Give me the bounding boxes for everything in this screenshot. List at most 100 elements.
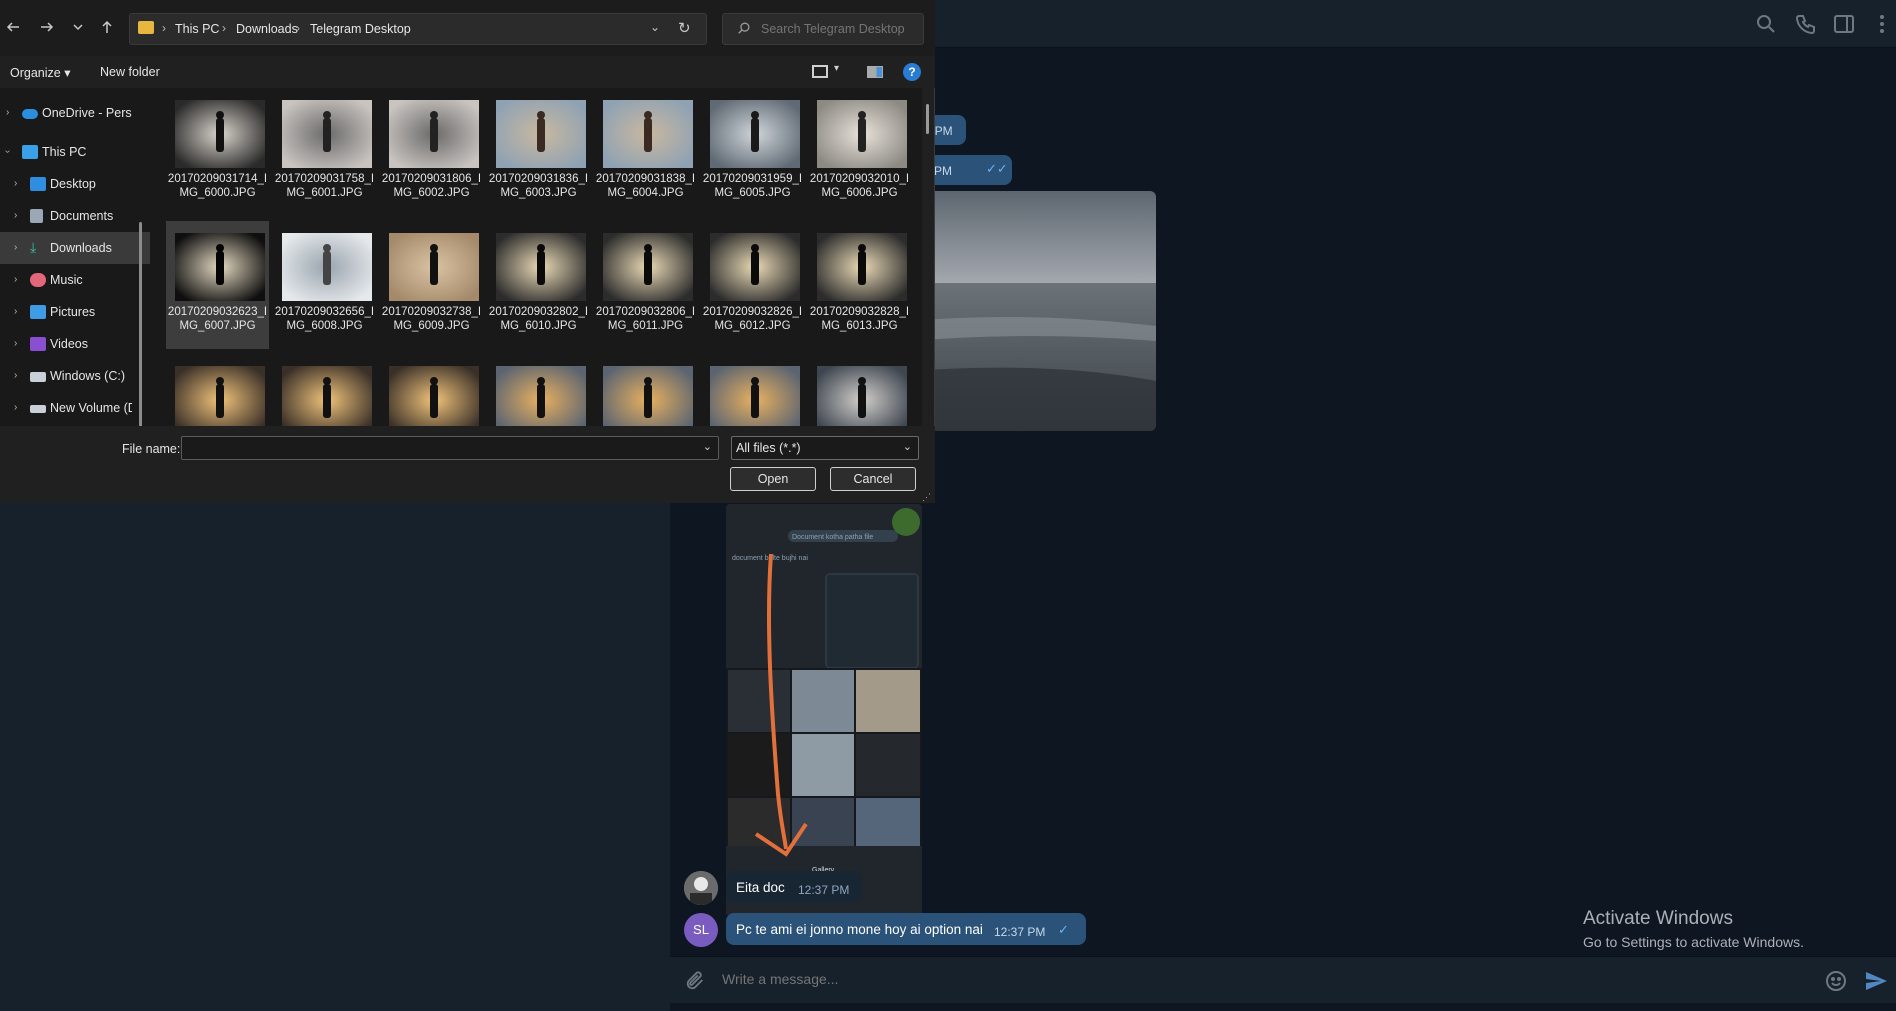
file-tile[interactable] xyxy=(166,354,269,426)
open-button[interactable]: Open xyxy=(730,467,816,491)
file-tile[interactable]: 20170209032738_IMG_6009.JPG xyxy=(380,221,483,349)
nav-item-videos[interactable]: › Videos xyxy=(0,328,150,360)
activate-windows-watermark: Activate Windows Go to Settings to activ… xyxy=(1583,908,1804,950)
avatar[interactable]: SL xyxy=(684,913,718,947)
organize-label: Organize xyxy=(10,66,61,80)
nav-item-music[interactable]: › Music xyxy=(0,264,150,296)
expand-chevron-icon[interactable]: › xyxy=(6,107,9,118)
file-tile[interactable]: 20170209032802_IMG_6010.JPG xyxy=(487,221,590,349)
file-tile[interactable]: 20170209031836_IMG_6003.JPG xyxy=(487,88,590,216)
search-field[interactable] xyxy=(722,13,924,45)
image-thumbnail xyxy=(282,233,372,301)
message-input[interactable] xyxy=(722,971,1522,987)
file-tile[interactable] xyxy=(487,354,590,426)
chat-list-panel xyxy=(0,503,670,1011)
phone-icon[interactable] xyxy=(1794,12,1818,36)
file-tile[interactable]: 20170209032656_IMG_6008.JPG xyxy=(273,221,376,349)
more-icon[interactable] xyxy=(1870,12,1894,36)
file-open-dialog: › This PC › Downloads › Telegram Desktop… xyxy=(0,0,935,503)
file-tile[interactable]: 20170209031838_IMG_6004.JPG xyxy=(594,88,697,216)
cancel-button[interactable]: Cancel xyxy=(830,467,916,491)
file-tile[interactable] xyxy=(808,354,911,426)
file-tile[interactable]: 20170209031806_IMG_6002.JPG xyxy=(380,88,483,216)
drive-icon xyxy=(30,405,46,413)
drive-icon xyxy=(30,372,46,382)
address-bar[interactable]: › This PC › Downloads › Telegram Desktop… xyxy=(129,13,707,45)
nav-item-pictures[interactable]: › Pictures xyxy=(0,296,150,328)
file-tile[interactable] xyxy=(273,354,376,426)
new-folder-button[interactable]: New folder xyxy=(100,65,160,79)
breadcrumb-this-pc[interactable]: This PC xyxy=(175,22,219,36)
file-name-label: File name: xyxy=(122,442,181,456)
expand-chevron-icon[interactable]: › xyxy=(14,338,17,349)
file-tile[interactable] xyxy=(594,354,697,426)
nav-label: Music xyxy=(50,273,83,287)
file-tile[interactable] xyxy=(380,354,483,426)
forward-arrow-icon[interactable] xyxy=(36,16,58,38)
screen: 35 PM :36 PM ✓✓ xyxy=(0,0,1896,1011)
screenshot-photo[interactable]: Document kotha patha file document bolte… xyxy=(726,504,922,916)
file-name-dropdown-icon[interactable]: ⌄ xyxy=(703,440,712,453)
desktop-icon xyxy=(30,177,46,191)
folder-icon xyxy=(138,21,154,34)
file-name: 20170209032802_IMG_6010.JPG xyxy=(488,306,589,332)
send-icon[interactable] xyxy=(1864,969,1888,993)
organize-button[interactable]: Organize ▾ xyxy=(10,65,70,80)
emoji-icon[interactable] xyxy=(1824,969,1848,993)
view-dropdown-icon[interactable]: ▾ xyxy=(834,63,839,74)
search-input[interactable] xyxy=(761,22,921,36)
file-tile[interactable]: 20170209032806_IMG_6011.JPG xyxy=(594,221,697,349)
image-thumbnail xyxy=(817,100,907,168)
nav-item-new-volume[interactable]: › New Volume (D xyxy=(0,392,150,424)
message-time: 12:37 PM xyxy=(994,925,1046,939)
address-dropdown-icon[interactable]: ⌄ xyxy=(650,20,660,34)
avatar[interactable] xyxy=(684,871,718,905)
message-text: Pc te ami ei jonno mone hoy ai option na… xyxy=(736,922,983,937)
file-tile[interactable]: 20170209032826_IMG_6012.JPG xyxy=(701,221,804,349)
expand-chevron-icon[interactable]: › xyxy=(14,178,17,189)
preview-pane-icon[interactable] xyxy=(867,66,883,78)
file-tile[interactable]: 20170209031714_IMG_6000.JPG xyxy=(166,88,269,216)
svg-text:Document kotha patha file: Document kotha patha file xyxy=(792,534,873,541)
file-tile[interactable] xyxy=(701,354,804,426)
expand-chevron-icon[interactable]: › xyxy=(14,274,17,285)
file-tile[interactable]: 20170209031758_IMG_6001.JPG xyxy=(273,88,376,216)
file-name-input[interactable]: ⌄ xyxy=(181,436,719,460)
file-type-select[interactable]: All files (*.*) ⌄ xyxy=(731,436,919,460)
nav-item-this-pc[interactable]: › This PC xyxy=(0,136,150,168)
resize-grip-icon[interactable]: ⋰ xyxy=(922,492,931,503)
nav-item-documents[interactable]: › Documents xyxy=(0,200,150,232)
expand-chevron-icon[interactable]: › xyxy=(14,242,17,253)
content-scrollbar[interactable] xyxy=(926,104,929,134)
breadcrumb-downloads[interactable]: Downloads xyxy=(236,22,298,36)
file-tile[interactable]: 20170209032010_IMG_6006.JPG xyxy=(808,88,911,216)
sidebar-toggle-icon[interactable] xyxy=(1832,12,1856,36)
back-arrow-icon[interactable] xyxy=(2,16,24,38)
expand-chevron-icon[interactable]: › xyxy=(14,210,17,221)
expand-chevron-icon[interactable]: › xyxy=(14,370,17,381)
file-tile[interactable]: 20170209031959_IMG_6005.JPG xyxy=(701,88,804,216)
nav-item-downloads[interactable]: › ⤓ Downloads xyxy=(0,232,150,264)
paperclip-icon[interactable] xyxy=(684,969,706,991)
breadcrumb-separator: › xyxy=(222,21,226,35)
help-icon[interactable]: ? xyxy=(903,63,921,81)
expand-chevron-icon[interactable]: › xyxy=(14,402,17,413)
file-tile[interactable]: 20170209032623_IMG_6007.JPG xyxy=(166,221,269,349)
expand-chevron-icon[interactable]: › xyxy=(14,306,17,317)
view-options-icon[interactable] xyxy=(812,65,828,78)
breadcrumb-telegram-desktop[interactable]: Telegram Desktop xyxy=(310,22,411,36)
recent-locations-chevron-icon[interactable] xyxy=(67,16,89,38)
file-type-dropdown-icon[interactable]: ⌄ xyxy=(903,440,912,453)
nav-item-windows-c[interactable]: › Windows (C:) xyxy=(0,360,150,392)
message-text: Eita doc xyxy=(736,880,785,895)
search-icon[interactable] xyxy=(1754,12,1778,36)
refresh-icon[interactable]: ↻ xyxy=(678,19,691,37)
collapse-chevron-icon[interactable]: › xyxy=(2,150,13,153)
file-tile[interactable]: 20170209032828_IMG_6013.JPG xyxy=(808,221,911,349)
breadcrumb-separator: › xyxy=(162,21,166,35)
beach-photo[interactable] xyxy=(910,191,1156,431)
nav-item-desktop[interactable]: › Desktop xyxy=(0,168,150,200)
up-arrow-icon[interactable] xyxy=(96,16,118,38)
file-grid: 20170209031714_IMG_6000.JPG 2017020903175… xyxy=(158,88,922,426)
nav-item-onedrive[interactable]: › OneDrive - Perso xyxy=(0,97,150,129)
